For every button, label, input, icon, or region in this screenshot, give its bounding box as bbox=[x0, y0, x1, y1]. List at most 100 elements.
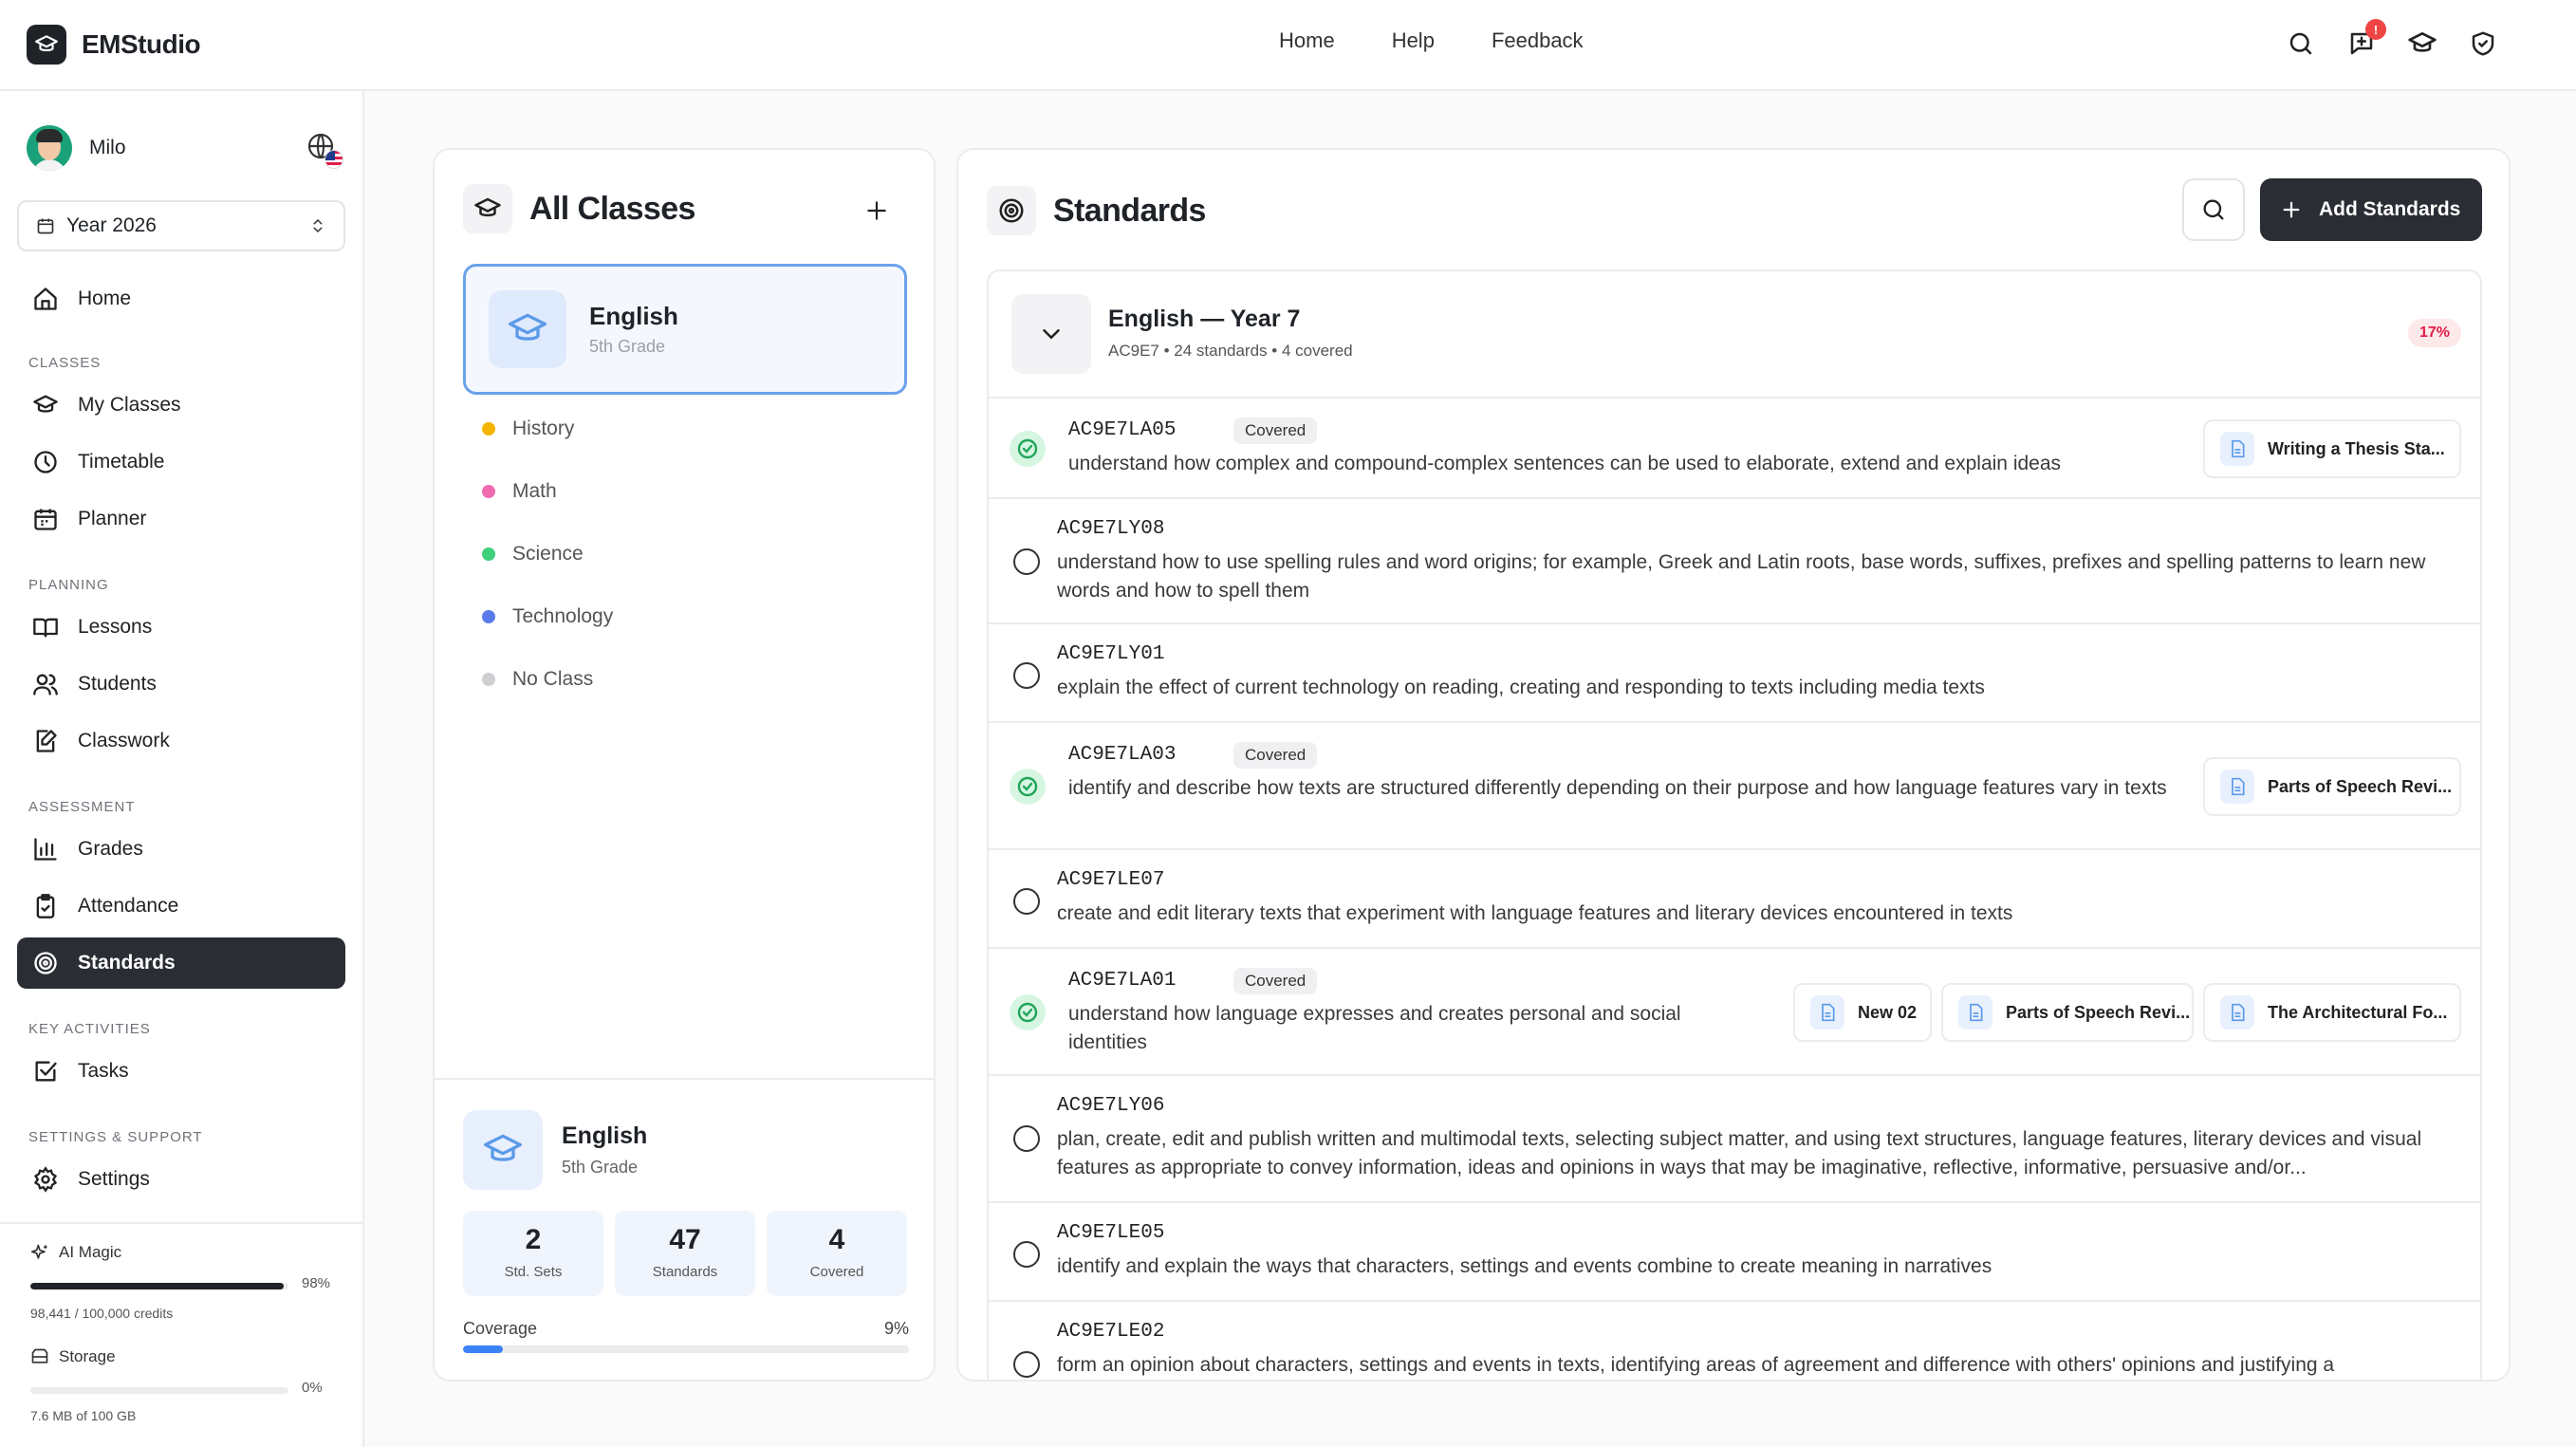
avatar bbox=[27, 125, 72, 171]
check-circle-icon[interactable] bbox=[1010, 431, 1046, 467]
empty-circle-icon[interactable] bbox=[1013, 1351, 1040, 1378]
calendar-icon bbox=[34, 509, 57, 530]
standard-code: AC9E7LE07 bbox=[1057, 869, 1165, 891]
stat-standards: 47 Standards bbox=[615, 1211, 755, 1296]
document-icon bbox=[2220, 995, 2254, 1030]
sidebar-item-planner[interactable]: Planner bbox=[17, 493, 345, 545]
standard-text: create and edit literary texts that expe… bbox=[1057, 902, 2013, 924]
sidebar-item-label: Planner bbox=[78, 508, 147, 529]
lesson-chip[interactable]: Parts of Speech Revi... bbox=[1941, 983, 2194, 1042]
nav-help-link[interactable]: Help bbox=[1392, 28, 1435, 53]
sidebar-item-label: Attendance bbox=[78, 895, 179, 917]
document-icon bbox=[2220, 770, 2254, 804]
covered-badge: Covered bbox=[1233, 742, 1318, 769]
sidebar-item-label: My Classes bbox=[78, 394, 181, 416]
lesson-chip[interactable]: New 02 bbox=[1793, 983, 1932, 1042]
covered-badge: Covered bbox=[1233, 968, 1318, 994]
sidebar-item-settings[interactable]: Settings bbox=[17, 1154, 345, 1205]
collapse-group-button[interactable] bbox=[1011, 294, 1091, 374]
checkbox-icon bbox=[35, 1061, 57, 1082]
brand[interactable]: EMStudio bbox=[27, 25, 201, 65]
year-select[interactable]: Year 2026 bbox=[17, 200, 345, 251]
sidebar-item-label: Home bbox=[78, 288, 132, 309]
classes-panel-divider bbox=[435, 1078, 934, 1080]
sidebar-item-timetable[interactable]: Timetable bbox=[17, 436, 345, 488]
plus-icon bbox=[867, 201, 886, 220]
top-icons: ! bbox=[2284, 19, 2500, 61]
standard-row[interactable]: AC9E7LA05 Covered understand how complex… bbox=[989, 399, 2480, 499]
stat-std-sets: 2 Std. Sets bbox=[463, 1211, 603, 1296]
standard-code: AC9E7LE02 bbox=[1057, 1321, 1165, 1343]
sidebar-item-attendance[interactable]: Attendance bbox=[17, 881, 345, 932]
standard-row[interactable]: AC9E7LY06 plan, create, edit and publish… bbox=[989, 1076, 2480, 1203]
class-item-label: No Class bbox=[512, 668, 594, 690]
empty-circle-icon[interactable] bbox=[1013, 1241, 1040, 1268]
lesson-chip[interactable]: Writing a Thesis Sta... bbox=[2203, 419, 2461, 478]
class-item-no-class[interactable]: No Class bbox=[482, 668, 593, 691]
empty-circle-icon[interactable] bbox=[1013, 662, 1040, 689]
user-row[interactable]: Milo bbox=[27, 125, 343, 171]
graduation-cap-icon bbox=[33, 395, 58, 413]
calendar-icon bbox=[37, 218, 54, 234]
sidebar-item-grades[interactable]: Grades bbox=[17, 824, 345, 875]
selected-class-name: English bbox=[589, 302, 678, 330]
class-item-math[interactable]: Math bbox=[482, 480, 557, 503]
lesson-chip-label: The Architectural Fo... bbox=[2268, 1002, 2448, 1022]
section-label-classes: CLASSES bbox=[28, 355, 102, 371]
class-item-technology[interactable]: Technology bbox=[482, 605, 613, 628]
target-icon bbox=[34, 952, 57, 974]
add-standards-button[interactable]: Add Standards bbox=[2260, 178, 2482, 241]
sidebar-item-tasks[interactable]: Tasks bbox=[17, 1046, 345, 1097]
standard-row[interactable]: AC9E7LY01 explain the effect of current … bbox=[989, 624, 2480, 723]
class-color-dot bbox=[482, 610, 495, 623]
message-plus-icon[interactable]: ! bbox=[2344, 19, 2386, 61]
add-standards-label: Add Standards bbox=[2319, 198, 2461, 220]
graduation-cap-icon[interactable] bbox=[2405, 27, 2439, 61]
class-item-science[interactable]: Science bbox=[482, 543, 584, 566]
sidebar-item-my-classes[interactable]: My Classes bbox=[17, 380, 345, 431]
standard-text: understand how complex and compound-comp… bbox=[1068, 453, 2062, 474]
standard-row[interactable]: AC9E7LA03 Covered identify and describe … bbox=[989, 723, 2480, 850]
selected-class-grade: 5th Grade bbox=[589, 337, 666, 356]
empty-circle-icon[interactable] bbox=[1013, 1125, 1040, 1152]
standard-row[interactable]: AC9E7LE02 form an opinion about characte… bbox=[989, 1302, 2480, 1380]
us-flag-icon bbox=[324, 150, 343, 169]
empty-circle-icon[interactable] bbox=[1013, 888, 1040, 915]
book-open-icon bbox=[33, 618, 58, 638]
standards-search-button[interactable] bbox=[2182, 178, 2245, 241]
standard-row[interactable]: AC9E7LA01 Covered understand how languag… bbox=[989, 949, 2480, 1076]
check-circle-icon[interactable] bbox=[1010, 769, 1046, 805]
nav-home-link[interactable]: Home bbox=[1279, 28, 1335, 53]
class-item-history[interactable]: History bbox=[482, 417, 574, 440]
add-class-button[interactable] bbox=[862, 195, 892, 226]
language-globe-icon[interactable] bbox=[306, 131, 343, 169]
storage-label: Storage bbox=[30, 1347, 116, 1366]
sidebar-item-label: Timetable bbox=[78, 451, 165, 473]
empty-circle-icon[interactable] bbox=[1013, 548, 1040, 575]
storage-bar bbox=[30, 1387, 288, 1394]
graduation-cap-icon bbox=[489, 290, 566, 368]
sidebar-item-students[interactable]: Students bbox=[17, 659, 345, 710]
standard-row[interactable]: AC9E7LE07 create and edit literary texts… bbox=[989, 850, 2480, 949]
class-color-dot bbox=[482, 673, 495, 686]
shield-check-icon[interactable] bbox=[2466, 27, 2500, 61]
class-color-dot bbox=[482, 485, 495, 498]
gear-icon bbox=[33, 1166, 58, 1193]
class-color-dot bbox=[482, 422, 495, 436]
sidebar-item-standards[interactable]: Standards bbox=[17, 937, 345, 989]
standard-row[interactable]: AC9E7LE05 identify and explain the ways … bbox=[989, 1203, 2480, 1302]
search-icon[interactable] bbox=[2284, 27, 2318, 61]
nav-feedback-link[interactable]: Feedback bbox=[1492, 28, 1584, 53]
selected-class-card[interactable]: English 5th Grade bbox=[463, 264, 907, 395]
classes-panel-header: All Classes bbox=[463, 184, 695, 233]
standard-row[interactable]: AC9E7LY08 understand how to use spelling… bbox=[989, 499, 2480, 624]
clipboard-check-icon bbox=[36, 894, 55, 918]
sidebar-item-classwork[interactable]: Classwork bbox=[17, 715, 345, 767]
document-icon bbox=[1810, 995, 1844, 1030]
chevron-down-icon bbox=[1043, 329, 1060, 340]
sidebar-item-lessons[interactable]: Lessons bbox=[17, 602, 345, 653]
lesson-chip[interactable]: The Architectural Fo... bbox=[2203, 983, 2461, 1042]
check-circle-icon[interactable] bbox=[1010, 994, 1046, 1030]
sidebar-item-home[interactable]: Home bbox=[17, 273, 345, 325]
lesson-chip[interactable]: Parts of Speech Revi... bbox=[2203, 757, 2461, 816]
